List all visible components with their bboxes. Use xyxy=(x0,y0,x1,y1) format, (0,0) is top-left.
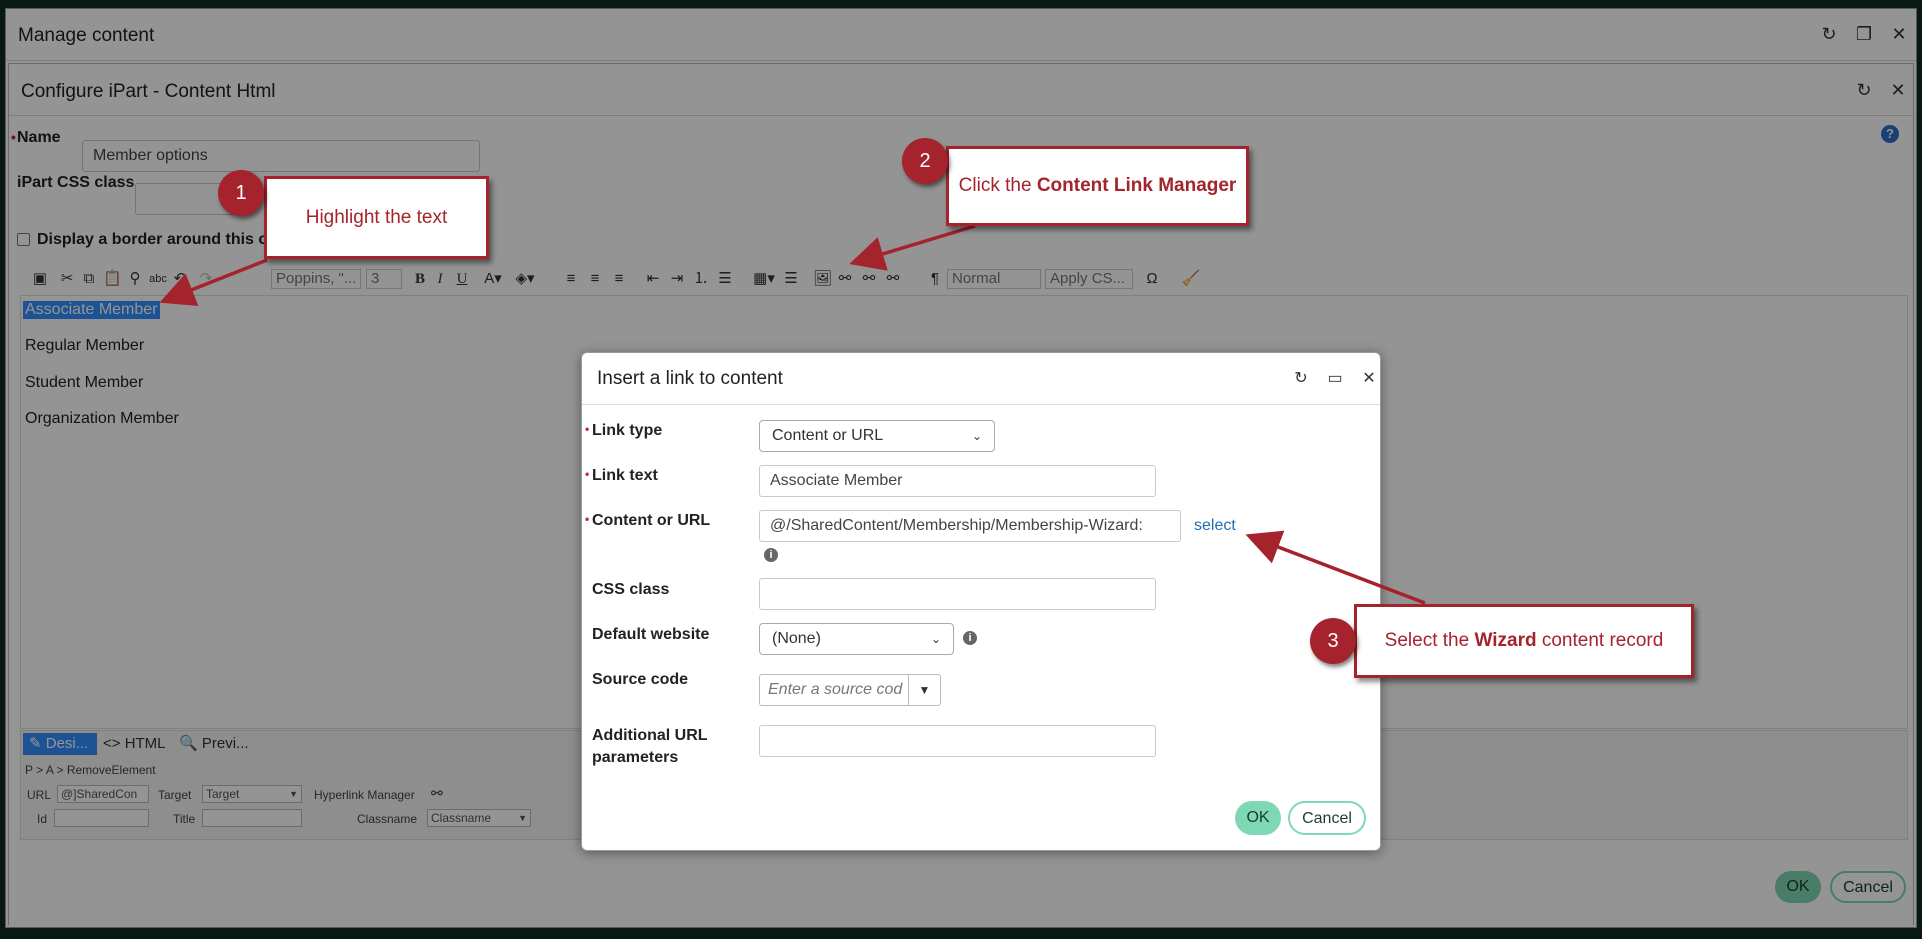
callout-3-bold: Wizard xyxy=(1474,630,1537,651)
callout-3-prefix: Select the xyxy=(1384,630,1475,651)
callout-2-bold: Content Link Manager xyxy=(1036,175,1237,196)
callout-3-badge: 3 xyxy=(1310,618,1356,664)
callout-3: Select the Wizard content record xyxy=(1354,604,1694,678)
annotation-arrows xyxy=(159,224,1426,605)
arrow-1 xyxy=(159,258,268,306)
callout-2-prefix: Click the xyxy=(958,175,1037,196)
callout-3-suffix: content record xyxy=(1536,630,1664,651)
arrow-2 xyxy=(849,224,976,271)
callout-2-text: Click the Content Link Manager xyxy=(959,175,1237,197)
callout-1-badge: 1 xyxy=(218,170,264,216)
arrow-3 xyxy=(1245,530,1426,605)
callout-2: Click the Content Link Manager xyxy=(946,146,1249,226)
callout-2-badge: 2 xyxy=(902,138,948,184)
callout-1: Highlight the text xyxy=(264,176,489,259)
callout-3-text: Select the Wizard content record xyxy=(1385,630,1664,652)
callout-1-text: Highlight the text xyxy=(305,206,448,228)
